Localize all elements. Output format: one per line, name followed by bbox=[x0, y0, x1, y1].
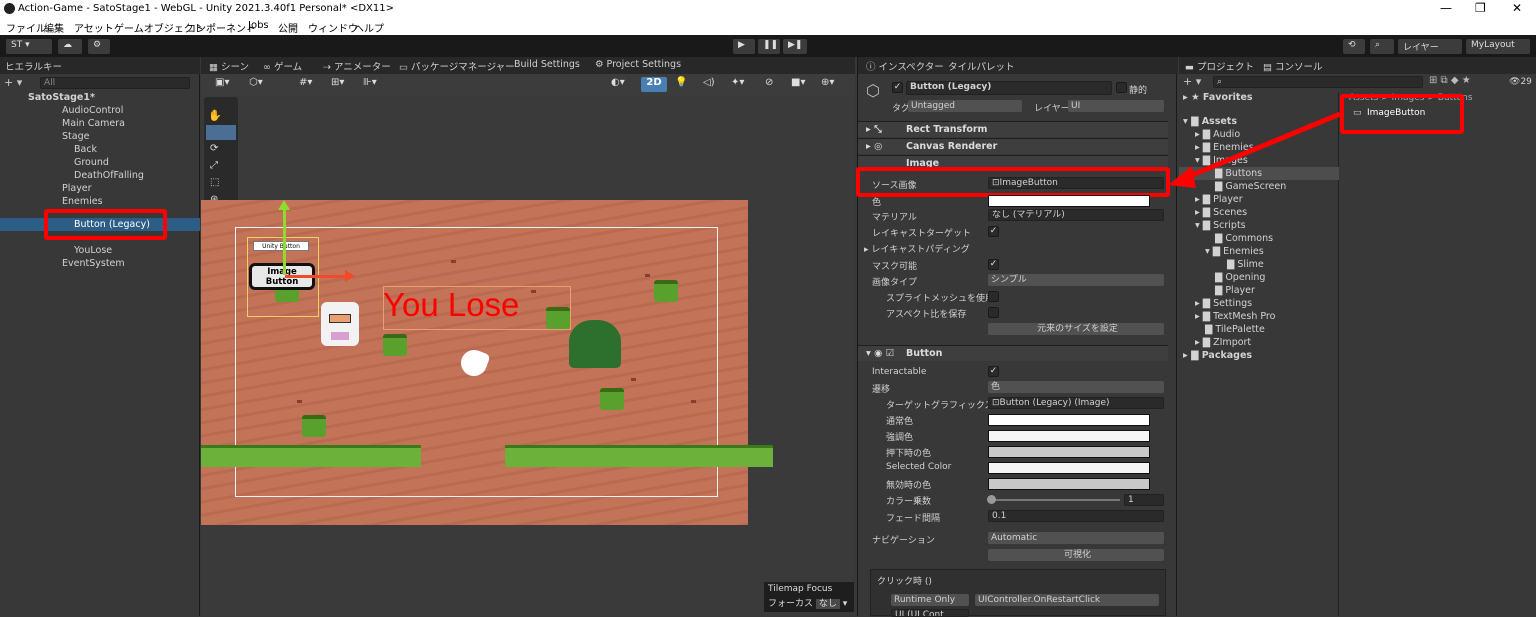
annotation-arrow bbox=[1168, 111, 1341, 188]
